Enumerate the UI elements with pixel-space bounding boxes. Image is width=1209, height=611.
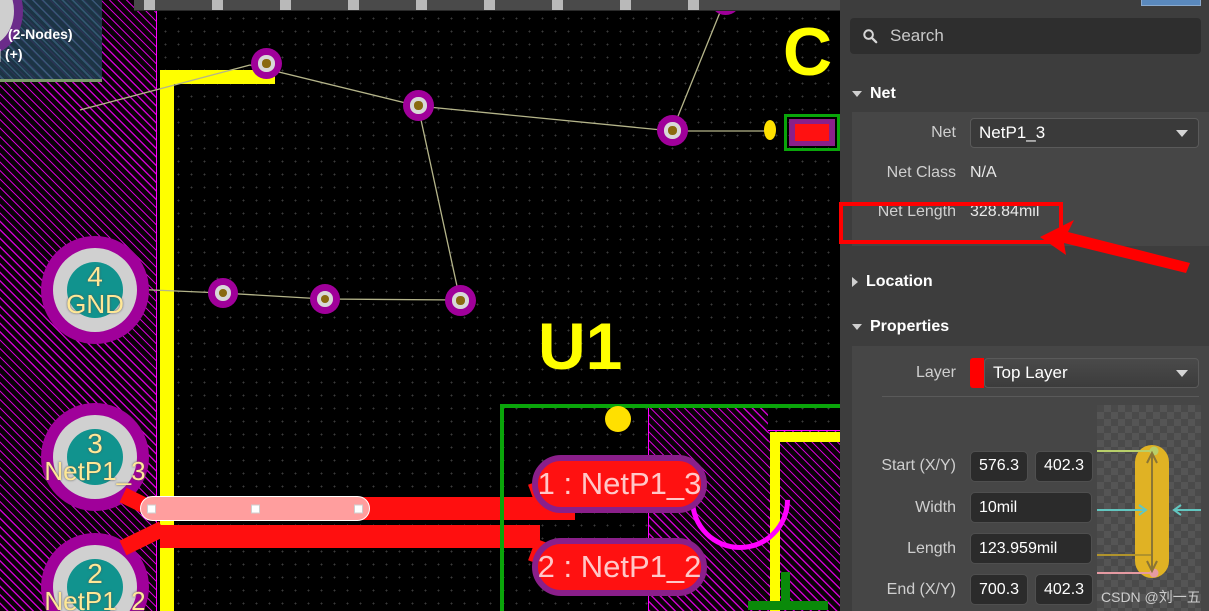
trace-mid-handle[interactable]	[251, 504, 260, 513]
value-net-class: N/A	[970, 164, 997, 181]
section-header-properties[interactable]: Properties	[852, 318, 949, 336]
via[interactable]	[208, 278, 238, 308]
start-x-field[interactable]: 576.3	[970, 450, 1028, 482]
pad-netname: NetP1_3	[44, 456, 146, 486]
end-y-field[interactable]: 402.3	[1035, 574, 1093, 605]
end-x-field[interactable]: 700.3	[970, 574, 1028, 605]
pcb-editor-window: 4 GND 3 NetP1_3 2 NetP1_2 U1 1: NetP1_3…	[0, 0, 1209, 611]
layer-dropdown[interactable]: Top Layer	[984, 358, 1199, 388]
via[interactable]	[403, 90, 434, 121]
smd-pad-2[interactable]: 2 : NetP1_2	[532, 538, 707, 596]
row-net: Net NetP1_3	[852, 112, 1209, 154]
pad-netname: NetP1_2	[44, 586, 146, 611]
length-field[interactable]: 123.959mil	[970, 533, 1092, 564]
through-hole-pad-4[interactable]: 4 GND	[41, 236, 149, 344]
label-end-xy: End (X/Y)	[886, 580, 956, 598]
trace-end-handle[interactable]	[354, 504, 363, 513]
via[interactable]	[251, 48, 282, 79]
label-net: Net	[931, 124, 956, 141]
selected-trace[interactable]	[140, 496, 370, 521]
trace-start-handle[interactable]	[147, 504, 156, 513]
section-header-location[interactable]: Location	[852, 273, 933, 291]
pad-number: 3	[87, 428, 103, 459]
tooltip-secondary-text: %] (+)	[0, 46, 23, 62]
layer-color-swatch	[970, 358, 984, 388]
panel-toolbar-button[interactable]	[1141, 0, 1201, 6]
pad-label: 4 GND	[66, 261, 124, 319]
watermark-text: CSDN @刘一五	[1101, 589, 1201, 605]
canvas-ruler[interactable]	[134, 0, 840, 11]
pin1-marker-dot-c	[764, 120, 776, 140]
chevron-right-icon	[852, 277, 858, 287]
search-bar[interactable]: Search	[850, 18, 1201, 54]
label-length: Length	[907, 539, 956, 557]
pad-label: 2 NetP1_2	[44, 560, 145, 611]
section-title-net: Net	[870, 85, 896, 102]
label-start-xy: Start (X/Y)	[881, 457, 956, 474]
net-dropdown-value: NetP1_3	[979, 123, 1046, 142]
trace-segment[interactable]	[160, 525, 540, 548]
value-net-length: 328.84mil	[970, 203, 1040, 220]
track-dimension-preview: CSDN @刘一五	[1097, 405, 1201, 611]
width-field[interactable]: 10mil	[970, 492, 1092, 523]
layer-dropdown-value: Top Layer	[993, 363, 1068, 382]
row-net-class: Net Class N/A	[852, 154, 1209, 192]
properties-panel: Search Net Net NetP1_3 Net Class N/A Net…	[840, 0, 1209, 611]
preview-dimension-lines	[1097, 446, 1201, 578]
smd-pad-c[interactable]	[795, 124, 829, 141]
section-body-net: Net NetP1_3 Net Class N/A Net Length 328…	[852, 112, 1209, 246]
section-title-properties: Properties	[870, 318, 950, 335]
chevron-down-icon	[1176, 370, 1188, 377]
smd-pad-1[interactable]: 1 : NetP1_3	[532, 455, 707, 513]
row-net-length: Net Length 328.84mil	[852, 192, 1209, 232]
via[interactable]	[657, 115, 688, 146]
section-header-net[interactable]: Net	[852, 85, 896, 103]
chevron-down-icon	[852, 324, 862, 330]
pin1-marker-dot	[605, 406, 631, 432]
pin-marker-horizontal	[748, 601, 828, 610]
divider	[882, 396, 1199, 397]
pad-number: 2	[87, 558, 103, 589]
start-y-field[interactable]: 402.3	[1035, 450, 1093, 482]
label-layer: Layer	[915, 364, 956, 381]
label-width: Width	[915, 498, 956, 516]
designator-c: C	[783, 14, 833, 90]
pad-netname: GND	[66, 289, 124, 319]
pad-label: 3 NetP1_3	[44, 428, 146, 486]
via[interactable]	[310, 284, 340, 314]
label-net-length: Net Length	[877, 203, 956, 220]
chevron-down-icon	[1176, 130, 1188, 137]
designator-u1: U1	[538, 309, 623, 383]
net-dropdown[interactable]: NetP1_3	[970, 118, 1199, 148]
label-net-class: Net Class	[886, 164, 956, 181]
pcb-canvas[interactable]: 4 GND 3 NetP1_3 2 NetP1_2 U1 1: NetP1_3…	[0, 0, 840, 611]
search-placeholder-text: Search	[890, 26, 944, 45]
pad-number: 4	[87, 261, 103, 292]
tooltip-node-count: (2-Nodes)	[8, 26, 73, 42]
search-icon	[863, 29, 878, 44]
ratsnest-tooltip: (2-Nodes) %] (+)	[0, 0, 102, 82]
row-layer: Layer Top Layer	[852, 346, 1209, 392]
via[interactable]	[445, 285, 476, 316]
pin-marker-vertical	[781, 572, 790, 602]
chevron-down-icon	[852, 91, 862, 97]
section-title-location: Location	[866, 273, 933, 290]
